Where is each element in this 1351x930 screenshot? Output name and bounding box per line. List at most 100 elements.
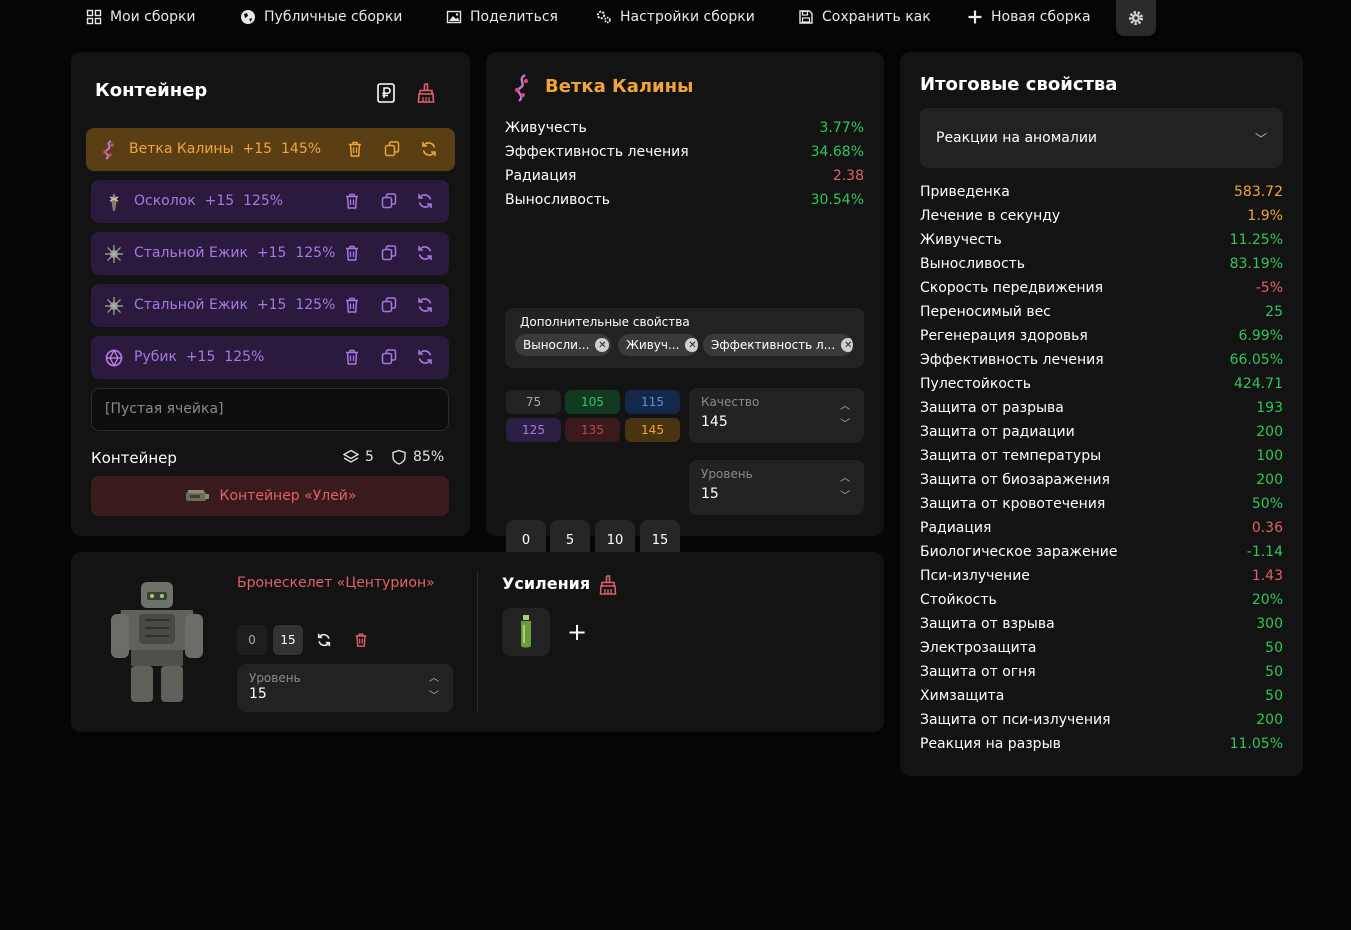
totals-row-value: 50% <box>1251 496 1283 512</box>
layers-icon <box>343 449 359 463</box>
quality-select[interactable]: Качество 145 ︿ ﹀ <box>689 388 864 443</box>
totals-row-label: Защита от биозаражения <box>920 472 1110 488</box>
totals-row: Пси-излучение 1.43 <box>920 568 1283 592</box>
boosts-title: Усиления <box>502 574 591 593</box>
add-boost-button[interactable]: + <box>567 620 587 644</box>
artifact-prop-row: Выносливость 30.54% <box>505 192 864 216</box>
quality-option[interactable]: 135 <box>565 418 620 442</box>
totals-row-value: 200 <box>1256 712 1283 728</box>
nav-public-builds[interactable]: Публичные сборки <box>240 3 402 31</box>
copy-icon[interactable] <box>380 192 398 210</box>
totals-row-value: 25 <box>1265 304 1283 320</box>
trash-icon[interactable] <box>343 348 361 366</box>
boost-slot[interactable] <box>502 608 550 656</box>
gears-icon <box>596 10 611 24</box>
container-slot[interactable]: Осколок +15 125% <box>91 180 449 223</box>
armor-level-option[interactable]: 15 <box>273 625 303 655</box>
container-slot[interactable]: Рубик +15 125% <box>91 336 449 379</box>
extra-properties-select[interactable]: Дополнительные свойства Выносли... ✕ Живу… <box>505 308 864 368</box>
container-title: Контейнер <box>95 80 208 101</box>
nav-build-settings[interactable]: Настройки сборки <box>596 3 755 31</box>
container-slot[interactable]: Стальной Ежик +15 125% <box>91 232 449 275</box>
chevron-up-down-icon[interactable]: ︿ ﹀ <box>840 398 850 434</box>
trash-icon[interactable] <box>343 296 361 314</box>
chevron-down-icon: ﹀ <box>1254 132 1267 146</box>
swap-icon[interactable] <box>416 348 434 366</box>
totals-row-label: Защита от кровотечения <box>920 496 1106 512</box>
chevron-up-down-icon[interactable]: ︿ ﹀ <box>429 670 439 706</box>
totals-row: Стойкость 20% <box>920 592 1283 616</box>
container-hive-button[interactable]: Контейнер «Улей» <box>91 476 449 516</box>
swap-icon[interactable] <box>416 244 434 262</box>
prop-value: 2.38 <box>832 168 864 184</box>
slot-quality: 125% <box>295 297 336 313</box>
totals-category-select[interactable]: Реакции на аномалии ﹀ <box>920 108 1283 168</box>
close-icon[interactable]: ✕ <box>841 338 853 352</box>
swap-icon[interactable] <box>420 140 438 158</box>
swap-icon[interactable] <box>416 296 434 314</box>
trash-icon[interactable] <box>343 192 361 210</box>
nav-new-build[interactable]: Новая сборка <box>967 3 1091 31</box>
quality-label: Качество <box>701 395 760 409</box>
totals-row: Защита от радиации 200 <box>920 424 1283 448</box>
property-chip[interactable]: Выносли... ✕ <box>515 334 611 356</box>
totals-category-value: Реакции на аномалии <box>936 130 1098 146</box>
nav-my-builds[interactable]: Мои сборки <box>86 3 196 31</box>
nav-share[interactable]: Поделиться <box>446 3 558 31</box>
extra-properties-title: Дополнительные свойства <box>520 315 690 329</box>
price-button[interactable] <box>374 81 398 105</box>
container-slot[interactable]: Стальной Ежик +15 125% <box>91 284 449 327</box>
quality-option[interactable]: 125 <box>506 418 561 442</box>
totals-title: Итоговые свойства <box>920 74 1118 95</box>
property-chip[interactable]: Живуч... ✕ <box>618 334 698 356</box>
totals-row: Приведенка 583.72 <box>920 184 1283 208</box>
rubik-icon <box>105 349 123 367</box>
slot-quality: 125% <box>243 193 284 209</box>
nav-save-as[interactable]: Сохранить как <box>798 3 931 31</box>
level-select[interactable]: Уровень 15 ︿ ﹀ <box>689 460 864 515</box>
nav-public-builds-label: Публичные сборки <box>264 9 403 25</box>
prop-value: 34.68% <box>810 144 864 160</box>
quality-value: 145 <box>701 414 728 430</box>
prop-label: Радиация <box>505 168 577 184</box>
armor-level-select[interactable]: Уровень 15 ︿ ﹀ <box>237 664 453 712</box>
totals-row-value: 66.05% <box>1229 352 1283 368</box>
quality-option[interactable]: 105 <box>565 390 620 414</box>
totals-row-value: 300 <box>1256 616 1283 632</box>
steel-hedgehog-icon <box>105 245 123 263</box>
grid-icon <box>86 9 102 25</box>
copy-icon[interactable] <box>380 348 398 366</box>
settings-button[interactable] <box>1116 0 1156 36</box>
empty-slot[interactable]: [Пустая ячейка] <box>91 388 449 431</box>
armor-name[interactable]: Бронескелет «Центурион» <box>237 575 435 591</box>
container-slot[interactable]: Ветка Калины +15 145% <box>86 128 455 171</box>
armor-level-option[interactable]: 0 <box>237 625 267 655</box>
quality-option[interactable]: 145 <box>625 418 680 442</box>
totals-row-label: Защита от пси-излучения <box>920 712 1111 728</box>
totals-row-value: 83.19% <box>1229 256 1283 272</box>
totals-row-value: 50 <box>1265 664 1283 680</box>
totals-row-label: Биологическое заражение <box>920 544 1118 560</box>
quality-option[interactable]: 75 <box>506 390 561 414</box>
trash-icon[interactable] <box>353 632 369 648</box>
copy-icon[interactable] <box>380 296 398 314</box>
property-chip[interactable]: Эффективность л... ✕ <box>703 334 853 356</box>
copy-icon[interactable] <box>383 140 401 158</box>
totals-row-label: Выносливость <box>920 256 1026 272</box>
copy-icon[interactable] <box>380 244 398 262</box>
close-icon[interactable]: ✕ <box>685 338 698 352</box>
broom-icon[interactable] <box>599 575 617 595</box>
totals-row: Защита от огня 50 <box>920 664 1283 688</box>
totals-row-value: 424.71 <box>1234 376 1283 392</box>
trash-icon[interactable] <box>346 140 364 158</box>
slot-name: Рубик <box>134 349 177 365</box>
swap-icon[interactable] <box>416 192 434 210</box>
trash-icon[interactable] <box>343 244 361 262</box>
hive-container-icon <box>185 490 209 501</box>
clear-container-button[interactable] <box>414 81 438 105</box>
close-icon[interactable]: ✕ <box>595 338 610 352</box>
quality-option[interactable]: 115 <box>625 390 680 414</box>
slot-level: +15 <box>256 245 287 261</box>
chevron-up-down-icon[interactable]: ︿ ﹀ <box>840 470 850 506</box>
swap-icon[interactable] <box>316 632 332 648</box>
